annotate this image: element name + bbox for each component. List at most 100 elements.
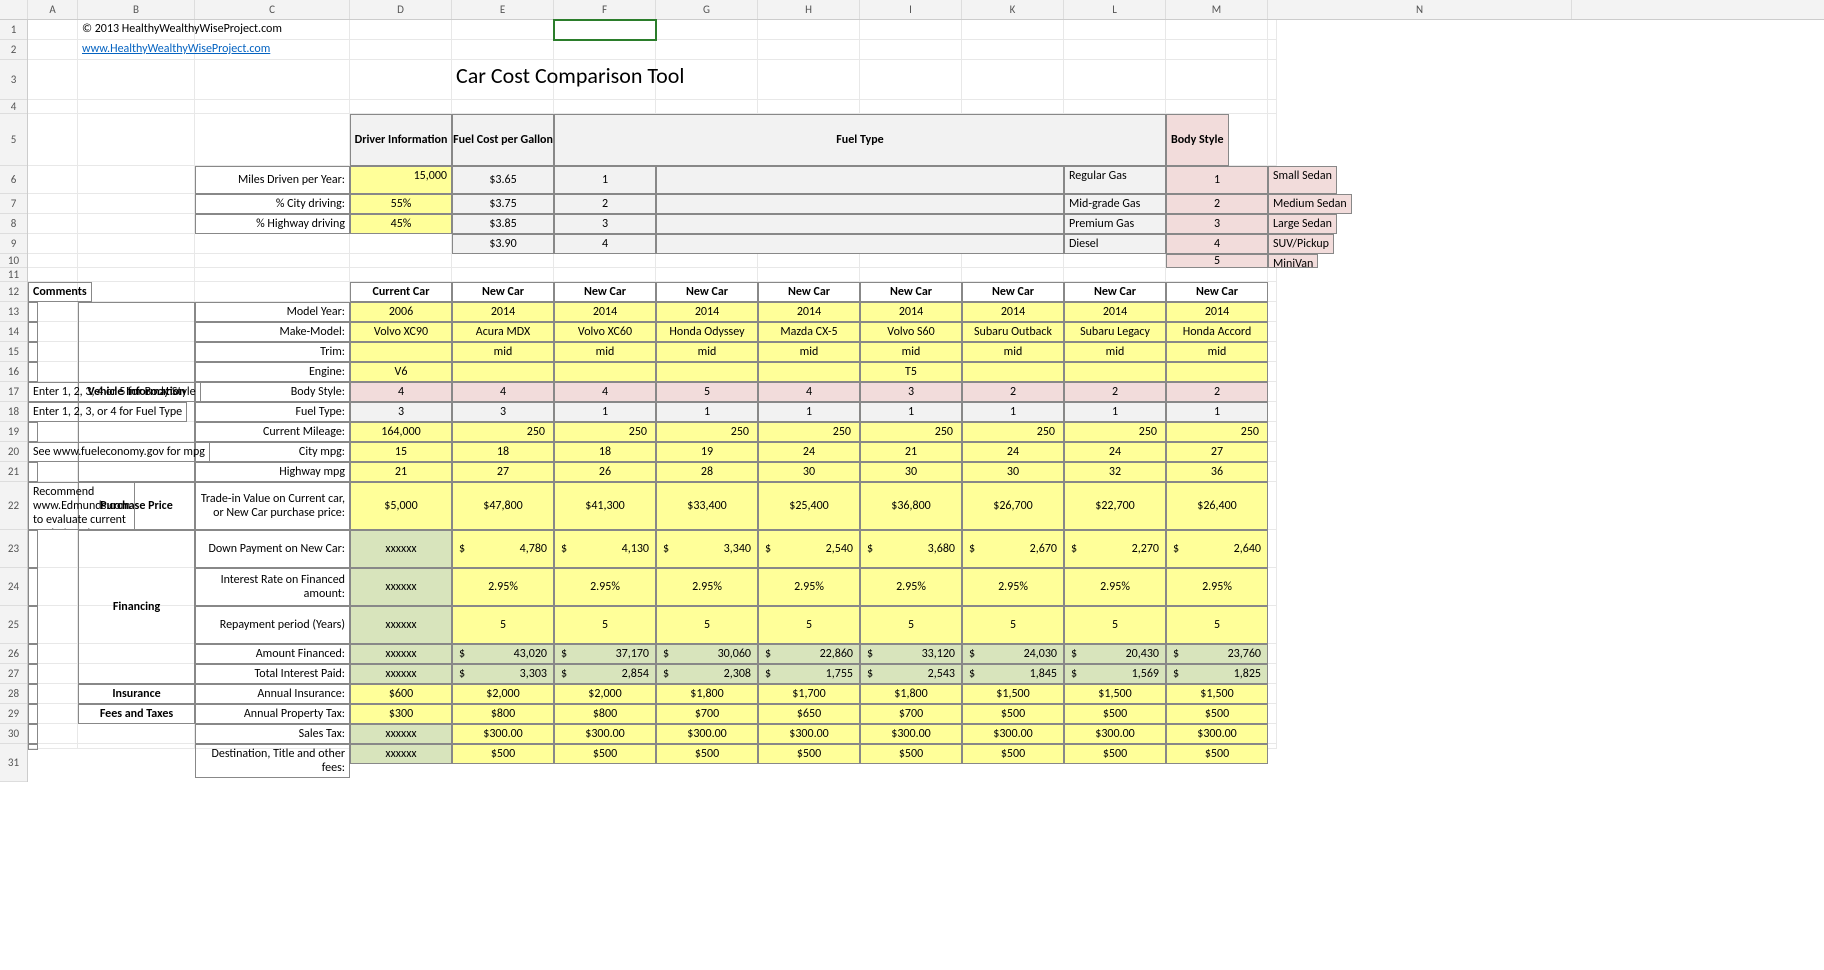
data-r30-c6[interactable]: $300.00: [962, 724, 1064, 744]
comment-empty-30[interactable]: [28, 724, 38, 744]
bg-cell[interactable]: [758, 20, 860, 40]
data-r28-c1[interactable]: $2,000: [452, 684, 554, 704]
bg-cell[interactable]: [554, 100, 656, 114]
bg-cell[interactable]: [860, 100, 962, 114]
row-header[interactable]: 16: [0, 362, 27, 382]
data-r22-c2[interactable]: $41,300: [554, 482, 656, 530]
data-r16-c2[interactable]: [554, 362, 656, 382]
col-header[interactable]: H: [758, 0, 860, 19]
bg-cell[interactable]: [28, 268, 78, 282]
data-r26-c8[interactable]: $23,760: [1166, 644, 1268, 664]
data-r24-c2[interactable]: 2.95%: [554, 568, 656, 606]
bg-cell[interactable]: [1064, 40, 1166, 60]
data-r27-c4[interactable]: $1,755: [758, 664, 860, 684]
bg-cell[interactable]: [195, 282, 350, 302]
bg-cell[interactable]: [1268, 568, 1277, 606]
comment-empty-19[interactable]: [28, 422, 38, 442]
data-r18-c3[interactable]: 1: [656, 402, 758, 422]
bg-cell[interactable]: [860, 60, 962, 100]
row-header[interactable]: 30: [0, 724, 27, 744]
bg-cell[interactable]: [1268, 268, 1277, 282]
row-header[interactable]: 4: [0, 100, 27, 114]
comment-empty-26[interactable]: [28, 644, 38, 664]
data-r23-c1[interactable]: $4,780: [452, 530, 554, 568]
bg-cell[interactable]: [28, 166, 78, 194]
row-header[interactable]: 23: [0, 530, 27, 568]
bg-cell[interactable]: [1268, 382, 1277, 402]
bg-cell[interactable]: [28, 254, 78, 268]
row-header[interactable]: 8: [0, 214, 27, 234]
bg-cell[interactable]: [860, 40, 962, 60]
row-header[interactable]: 20: [0, 442, 27, 462]
data-r26-c3[interactable]: $30,060: [656, 644, 758, 664]
data-r31-c7[interactable]: $500: [1064, 744, 1166, 764]
bg-cell[interactable]: [78, 724, 195, 744]
data-r31-c2[interactable]: $500: [554, 744, 656, 764]
data-r25-c5[interactable]: 5: [860, 606, 962, 644]
bg-cell[interactable]: [1268, 530, 1277, 568]
data-r15-c0[interactable]: [350, 342, 452, 362]
data-r22-c4[interactable]: $25,400: [758, 482, 860, 530]
data-r20-c0[interactable]: 15: [350, 442, 452, 462]
bg-cell[interactable]: [1268, 644, 1277, 664]
data-r18-c5[interactable]: 1: [860, 402, 962, 422]
data-r29-c3[interactable]: $700: [656, 704, 758, 724]
bg-cell[interactable]: [962, 254, 1064, 268]
data-r21-c3[interactable]: 28: [656, 462, 758, 482]
bg-cell[interactable]: [78, 268, 195, 282]
bg-cell[interactable]: [962, 100, 1064, 114]
data-r25-c2[interactable]: 5: [554, 606, 656, 644]
comment-empty-14[interactable]: [28, 322, 38, 342]
bg-cell[interactable]: [28, 100, 78, 114]
bg-cell[interactable]: [1268, 606, 1277, 644]
row-header[interactable]: 29: [0, 704, 27, 724]
data-r28-c2[interactable]: $2,000: [554, 684, 656, 704]
data-r14-c5[interactable]: Volvo S60: [860, 322, 962, 342]
bg-cell[interactable]: [1268, 100, 1277, 114]
fuel-cost-1[interactable]: $3.75: [452, 194, 554, 214]
data-r14-c6[interactable]: Subaru Outback: [962, 322, 1064, 342]
data-r21-c8[interactable]: 36: [1166, 462, 1268, 482]
data-r13-c4[interactable]: 2014: [758, 302, 860, 322]
data-r17-c3[interactable]: 5: [656, 382, 758, 402]
data-r17-c1[interactable]: 4: [452, 382, 554, 402]
data-r27-c8[interactable]: $1,825: [1166, 664, 1268, 684]
data-r31-c4[interactable]: $500: [758, 744, 860, 764]
bg-cell[interactable]: [28, 194, 78, 214]
data-r14-c1[interactable]: Acura MDX: [452, 322, 554, 342]
col-header[interactable]: E: [452, 0, 554, 19]
data-r20-c2[interactable]: 18: [554, 442, 656, 462]
data-r22-c6[interactable]: $26,700: [962, 482, 1064, 530]
comment-empty-24[interactable]: [28, 568, 38, 606]
bg-cell[interactable]: [195, 114, 350, 166]
data-r27-c1[interactable]: $3,303: [452, 664, 554, 684]
data-r30-c7[interactable]: $300.00: [1064, 724, 1166, 744]
data-r31-c3[interactable]: $500: [656, 744, 758, 764]
bg-cell[interactable]: [350, 40, 452, 60]
col-header[interactable]: D: [350, 0, 452, 19]
data-r28-c0[interactable]: $600: [350, 684, 452, 704]
row-header[interactable]: 5: [0, 114, 27, 166]
data-r17-c8[interactable]: 2: [1166, 382, 1268, 402]
data-r22-c8[interactable]: $26,400: [1166, 482, 1268, 530]
data-r16-c6[interactable]: [962, 362, 1064, 382]
data-r30-c2[interactable]: $300.00: [554, 724, 656, 744]
bg-cell[interactable]: [1268, 664, 1277, 684]
data-r21-c6[interactable]: 30: [962, 462, 1064, 482]
bg-cell[interactable]: [962, 268, 1064, 282]
data-r28-c5[interactable]: $1,800: [860, 684, 962, 704]
data-r16-c8[interactable]: [1166, 362, 1268, 382]
data-r18-c1[interactable]: 3: [452, 402, 554, 422]
col-header[interactable]: K: [962, 0, 1064, 19]
data-r20-c6[interactable]: 24: [962, 442, 1064, 462]
data-r14-c2[interactable]: Volvo XC60: [554, 322, 656, 342]
data-r19-c1[interactable]: 250: [452, 422, 554, 442]
comment-empty-29[interactable]: [28, 704, 38, 724]
bg-cell[interactable]: [962, 20, 1064, 40]
bg-cell[interactable]: [1166, 60, 1268, 100]
bg-cell[interactable]: [1268, 362, 1277, 382]
data-r30-c8[interactable]: $300.00: [1166, 724, 1268, 744]
hwy-pct-value[interactable]: 45%: [350, 214, 452, 234]
data-r29-c6[interactable]: $500: [962, 704, 1064, 724]
data-r21-c2[interactable]: 26: [554, 462, 656, 482]
